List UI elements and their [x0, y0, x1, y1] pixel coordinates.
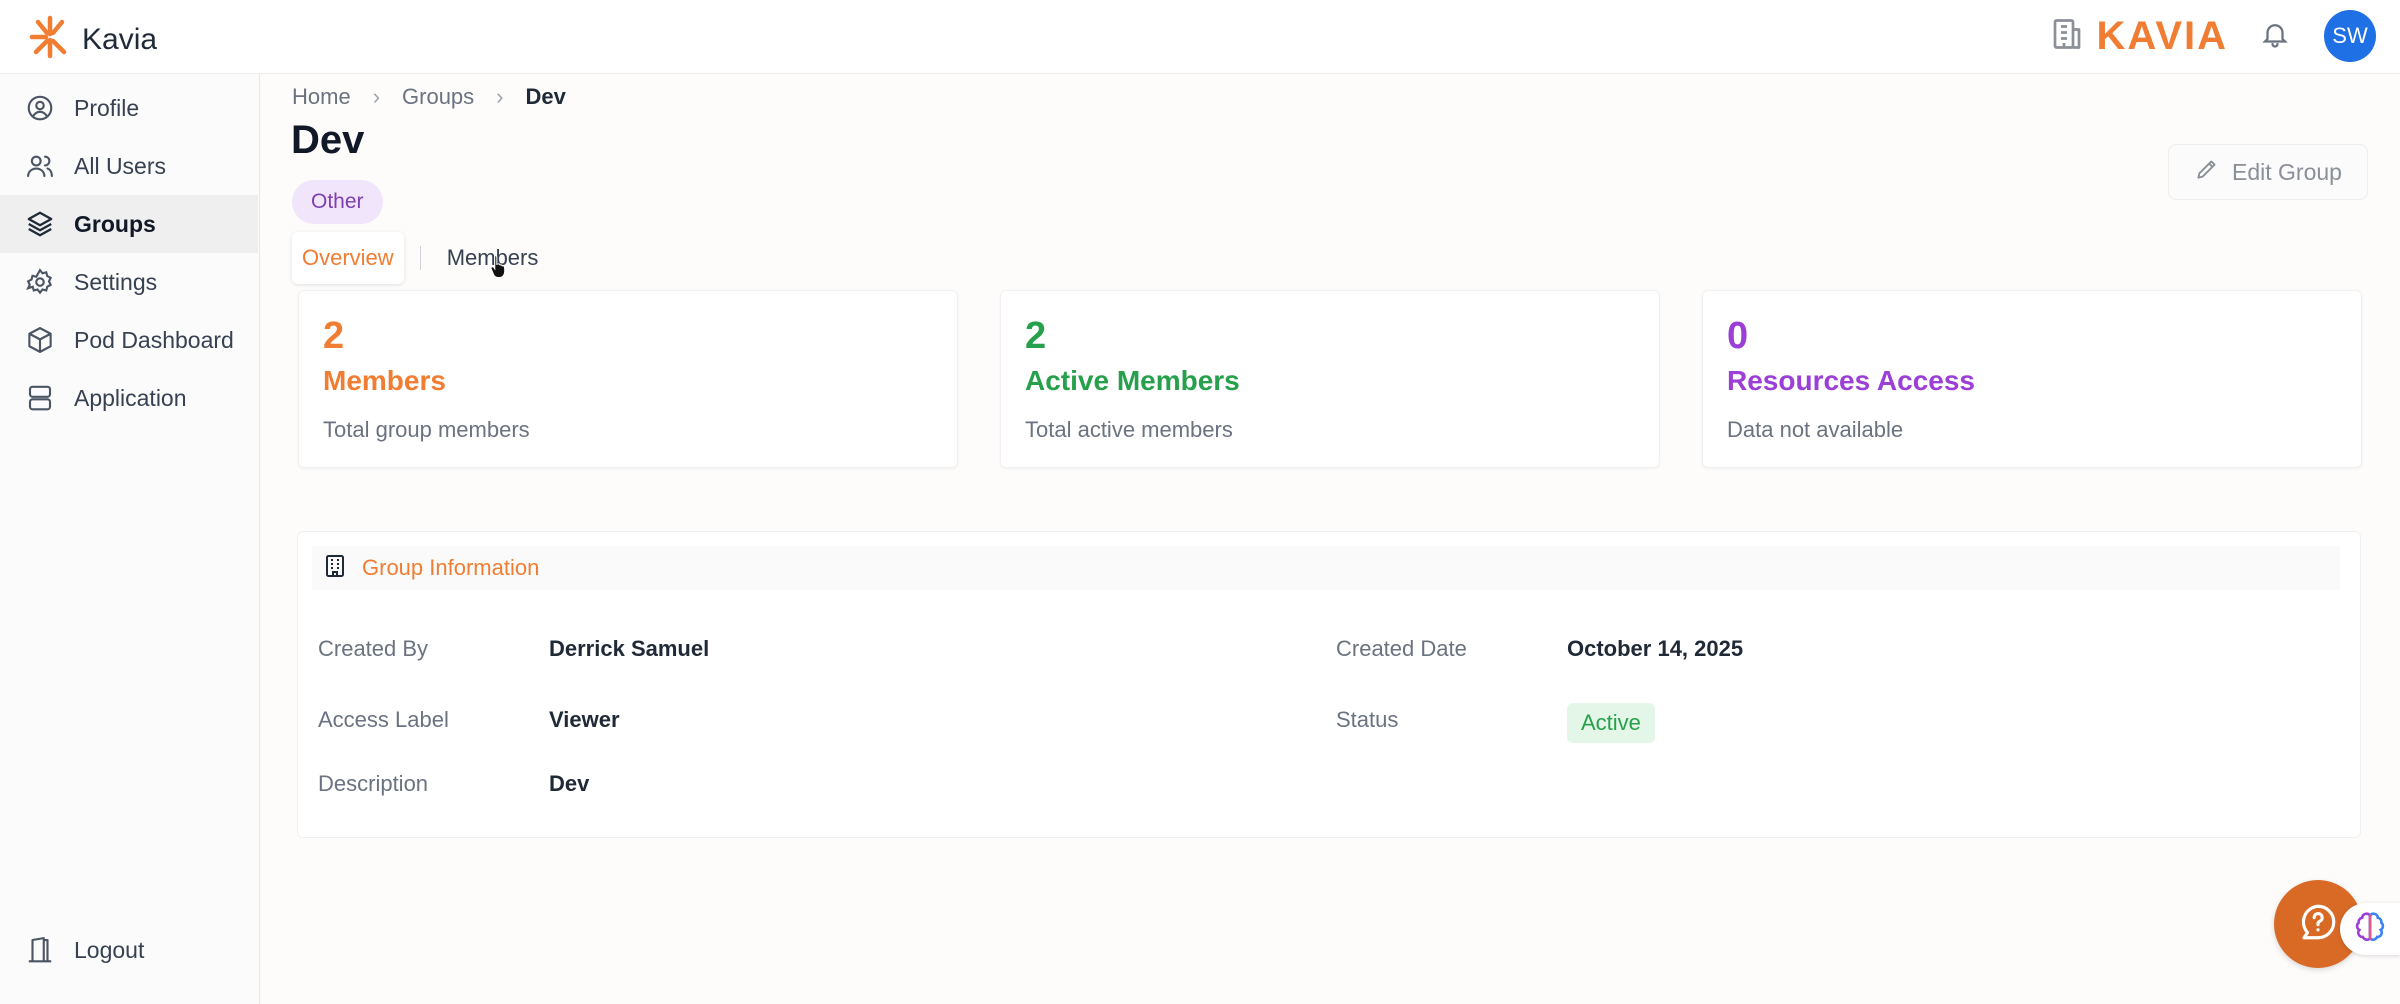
- sidebar-item-groups[interactable]: Groups: [0, 195, 258, 253]
- sidebar-item-application[interactable]: Application: [0, 369, 258, 427]
- brand-name: Kavia: [82, 22, 158, 56]
- group-type-tag: Other: [292, 180, 383, 224]
- box-icon: [24, 324, 56, 356]
- logout-button[interactable]: Logout: [0, 921, 258, 979]
- chevron-right-icon: ›: [496, 84, 504, 109]
- bell-icon[interactable]: [2260, 18, 2290, 55]
- stat-subtitle: Total group members: [323, 417, 530, 442]
- stat-value: 2: [1025, 315, 1047, 357]
- tab-overview[interactable]: Overview: [292, 232, 404, 284]
- user-circle-icon: [24, 92, 56, 124]
- chevron-right-icon: ›: [372, 84, 381, 109]
- brand[interactable]: Kavia: [28, 14, 157, 65]
- created-by-label: Created By: [318, 636, 429, 661]
- edit-group-label: Edit Group: [2232, 158, 2342, 185]
- group-information-title: Group Information: [362, 555, 540, 580]
- access-label-label: Access Label: [318, 707, 449, 732]
- sidebar-item-all-users[interactable]: All Users: [0, 137, 258, 195]
- sidebar-item-label: Profile: [74, 94, 140, 121]
- sidebar-item-label: All Users: [74, 152, 167, 179]
- sidebar-item-settings[interactable]: Settings: [0, 253, 258, 311]
- status-badge: Active: [1567, 703, 1655, 743]
- created-date-label: Created Date: [1336, 636, 1467, 661]
- group-information-header: Group Information: [312, 546, 2340, 590]
- layers-icon: [24, 208, 56, 240]
- stat-card-resources-access: 0 Resources Access Data not available: [1702, 290, 2362, 468]
- server-icon: [24, 382, 56, 414]
- user-avatar[interactable]: SW: [2324, 10, 2376, 62]
- stat-card-members: 2 Members Total group members: [298, 290, 958, 468]
- gear-icon: [24, 266, 56, 298]
- ai-assistant-button[interactable]: [2340, 903, 2400, 955]
- sidebar-item-profile[interactable]: Profile: [0, 79, 258, 137]
- stat-value: 2: [323, 315, 345, 357]
- created-date-value: October 14, 2025: [1567, 636, 1744, 661]
- pencil-icon: [2194, 156, 2220, 188]
- top-bar: Kavia KAVIA SW: [0, 0, 2400, 74]
- tab-bar: Overview Members: [292, 232, 548, 284]
- logout-label: Logout: [74, 936, 145, 963]
- access-label-value: Viewer: [549, 707, 620, 732]
- sidebar-item-label: Settings: [74, 268, 158, 295]
- kavia-logo-icon: [28, 14, 72, 65]
- stat-value: 0: [1727, 315, 1749, 357]
- stat-subtitle: Data not available: [1727, 417, 1904, 442]
- building-icon: [324, 554, 346, 583]
- kavia-wordmark: KAVIA: [2096, 13, 2228, 58]
- breadcrumb-groups[interactable]: Groups: [402, 84, 474, 110]
- description-label: Description: [318, 771, 429, 796]
- group-information-panel: Group Information Created By Derrick Sam…: [297, 531, 2361, 838]
- users-icon: [24, 150, 56, 182]
- stat-title: Active Members: [1025, 365, 1240, 396]
- help-chat-icon: [2297, 901, 2339, 948]
- sidebar-item-label: Groups: [74, 210, 156, 237]
- sidebar-item-label: Pod Dashboard: [74, 326, 234, 353]
- hand-cursor-icon: [490, 254, 508, 283]
- stat-title: Resources Access: [1727, 365, 1976, 396]
- stat-subtitle: Total active members: [1025, 417, 1233, 442]
- status-label: Status: [1336, 707, 1399, 732]
- brain-icon: [2353, 910, 2387, 949]
- breadcrumb: Home › Groups › Dev: [292, 84, 566, 110]
- description-value: Dev: [549, 771, 590, 796]
- door-icon: [24, 934, 56, 966]
- sidebar-item-label: Application: [74, 384, 187, 411]
- building-icon: [2049, 16, 2085, 57]
- page-title: Dev: [291, 118, 365, 162]
- stat-title: Members: [323, 365, 446, 396]
- breadcrumb-home[interactable]: Home: [292, 84, 351, 110]
- breadcrumb-current: Dev: [525, 84, 566, 109]
- tab-divider: [419, 246, 421, 270]
- stat-card-active-members: 2 Active Members Total active members: [1000, 290, 1660, 468]
- sidebar: Profile All Users Groups Settings Pod Da…: [0, 74, 260, 1004]
- sidebar-item-pod-dashboard[interactable]: Pod Dashboard: [0, 311, 258, 369]
- edit-group-button[interactable]: Edit Group: [2168, 144, 2368, 200]
- created-by-value: Derrick Samuel: [549, 636, 710, 661]
